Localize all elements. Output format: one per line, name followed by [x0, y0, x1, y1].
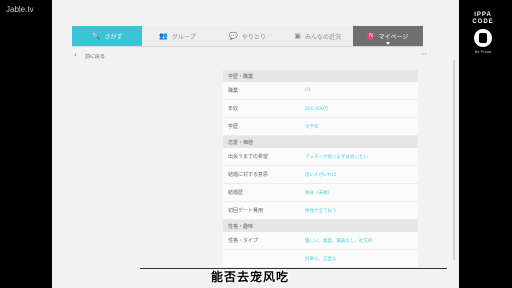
- subtitle-underline: [140, 268, 447, 269]
- profile-row: 年収 200-400万: [223, 100, 418, 118]
- tab-chat[interactable]: 💬 やりとり: [212, 26, 282, 46]
- app-screen: 🔍 さがす 👥 グループ 💬 やりとり ▣ みんなの近況 N マイページ ‹ 前…: [52, 0, 459, 288]
- row-label: 職業: [228, 88, 239, 94]
- brand-icon: [474, 29, 492, 47]
- search-icon: 🔍: [91, 32, 101, 40]
- row-value: OL: [305, 88, 312, 93]
- profile-row: 性格・タイプ 優しい、素直、裏表なし、社交的: [223, 232, 418, 250]
- tab-news-label: みんなの近況: [305, 33, 342, 41]
- section-header: 性格・趣味: [223, 220, 418, 232]
- tab-search-label: さがす: [104, 33, 123, 41]
- profile-details: 学歴・職業 職業 OL 年収 200-400万 学歴 大学卒 恋愛・価値 出会う…: [223, 70, 418, 280]
- tab-bar: 🔍 さがす 👥 グループ 💬 やりとり ▣ みんなの近況 N マイページ: [72, 26, 424, 47]
- profile-row: 学歴 大学卒: [223, 118, 418, 136]
- row-label: 結婚に対する意思: [228, 172, 269, 178]
- row-label: 年収: [228, 106, 239, 112]
- profile-row: 初回デート費用 男性が全て払う: [223, 202, 418, 220]
- row-label: 学歴: [228, 124, 239, 130]
- profile-row: 結婚歴 独身（未婚）: [223, 184, 418, 202]
- scrollbar[interactable]: [453, 60, 455, 260]
- tab-mypage[interactable]: N マイページ: [352, 26, 424, 46]
- profile-row: 結婚に対する意思 良い人がいれば: [223, 166, 418, 184]
- tab-chat-label: やりとり: [241, 33, 266, 41]
- row-label: 結婚歴: [228, 190, 244, 196]
- row-value: マッチング後にまずは会いたい: [305, 154, 368, 160]
- profile-row: 職業 OL: [223, 82, 418, 100]
- back-bar: ‹ 前に戻る ⋯: [72, 50, 429, 62]
- notification-badge: N: [367, 32, 375, 40]
- brand-logo: IPPA CODE Be Proud: [466, 12, 500, 54]
- tab-mypage-label: マイページ: [378, 33, 409, 41]
- group-icon: 👥: [159, 32, 168, 40]
- row-label: 性格・タイプ: [228, 238, 259, 244]
- row-value: 独身（未婚）: [305, 190, 332, 196]
- more-icon[interactable]: ⋯: [420, 50, 427, 58]
- row-value: 好奇心、正直な: [305, 256, 337, 262]
- tab-search[interactable]: 🔍 さがす: [72, 26, 143, 46]
- row-value: 良い人がいれば: [305, 172, 337, 178]
- profile-row: 好奇心、正直な: [223, 250, 418, 268]
- row-label: 出会うまでの希望: [228, 154, 269, 160]
- row-label: 初回デート費用: [228, 208, 264, 214]
- chat-icon: 💬: [229, 32, 238, 40]
- row-value: 優しい、素直、裏表なし、社交的: [305, 238, 373, 244]
- news-icon: ▣: [294, 32, 302, 40]
- row-value: 男性が全て払う: [305, 208, 337, 214]
- tab-group[interactable]: 👥 グループ: [142, 26, 212, 46]
- section-header: 学歴・職業: [223, 70, 418, 82]
- brand-line2: CODE: [472, 19, 494, 25]
- row-value: 大学卒: [305, 124, 319, 130]
- tab-news[interactable]: ▣ みんなの近況: [283, 26, 353, 46]
- caret-down-icon: [385, 42, 390, 45]
- row-value: 200-400万: [305, 106, 329, 112]
- watermark: Jable.tv: [6, 5, 34, 14]
- brand-sub: Be Proud: [474, 49, 492, 54]
- chevron-left-icon[interactable]: ‹: [74, 51, 77, 59]
- section-header: 恋愛・価値: [223, 136, 418, 148]
- video-subtitle: 能否去宠风吃: [210, 269, 290, 285]
- back-link[interactable]: 前に戻る: [85, 53, 105, 60]
- tab-group-label: グループ: [171, 33, 196, 41]
- profile-row: 出会うまでの希望 マッチング後にまずは会いたい: [223, 148, 418, 166]
- brand-line1: IPPA: [474, 12, 492, 18]
